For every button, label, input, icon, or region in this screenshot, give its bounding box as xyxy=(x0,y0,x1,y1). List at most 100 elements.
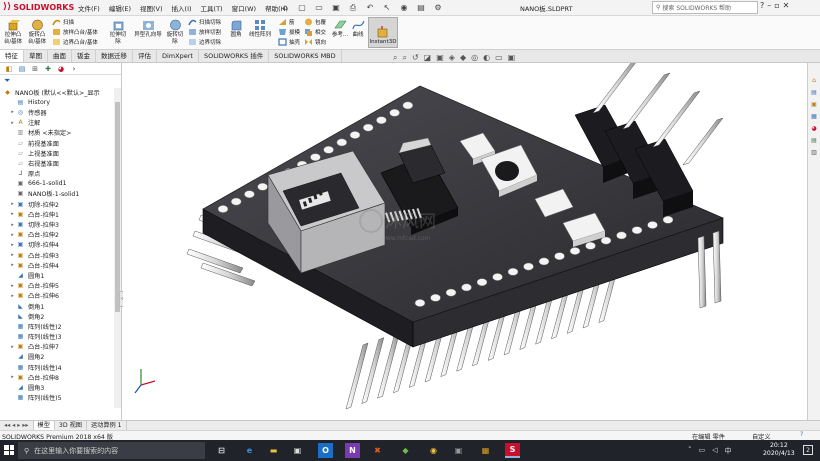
wrap-button[interactable]: 包覆 xyxy=(304,18,326,26)
tree-item[interactable]: ◢ 圆角2 xyxy=(3,352,121,362)
file-explorer-icon[interactable]: ▣ xyxy=(810,100,819,109)
tree-item[interactable]: ▱ 前视基准面 xyxy=(3,138,121,148)
graphics-area[interactable]: 沐风网 www.mfcad.com xyxy=(123,63,807,420)
tree-item[interactable]: ▱ 上视基准面 xyxy=(3,148,121,158)
tab-dimxpert[interactable]: DimXpert xyxy=(157,50,199,62)
sweep-button[interactable]: 扫描 xyxy=(52,18,74,26)
hole-wizard-button[interactable]: 异型孔向导 xyxy=(130,18,166,39)
tree-item[interactable]: ◢ 圆角1 xyxy=(3,270,121,280)
expand-arrow-icon[interactable]: ▸ xyxy=(9,283,16,289)
panel-more-icon[interactable]: › xyxy=(69,64,79,74)
design-library-icon[interactable]: ▤ xyxy=(810,88,819,97)
tree-item[interactable]: ▤ History xyxy=(3,97,121,107)
expand-arrow-icon[interactable]: ▸ xyxy=(9,252,16,258)
tab-3d-views[interactable]: 3D 视图 xyxy=(55,420,87,431)
zoom-to-fit-icon[interactable]: ⌕ xyxy=(393,53,397,63)
tree-item[interactable]: ▸ ▣ 凸台-拉伸6 xyxy=(3,291,121,301)
tree-item[interactable]: ▸ ▣ 切除-拉伸4 xyxy=(3,240,121,250)
revolve-boss-button[interactable]: 旋转凸 台/基体 xyxy=(26,18,48,45)
tree-item[interactable]: ▸ ▣ 凸台-拉伸4 xyxy=(3,260,121,270)
lofted-cut-button[interactable]: 放样切割 xyxy=(188,28,221,36)
menu-insert[interactable]: 插入(I) xyxy=(172,3,192,13)
feature-tree-tab-icon[interactable]: ◧ xyxy=(4,64,14,74)
help-question-icon[interactable]: ? xyxy=(760,1,764,10)
view-settings-icon[interactable]: ▣ xyxy=(508,53,516,63)
tab-surfaces[interactable]: 曲面 xyxy=(48,50,72,62)
tree-item[interactable]: ▸ ▣ 凸台-拉伸2 xyxy=(3,230,121,240)
linear-pattern-button[interactable]: 线性阵列 xyxy=(246,18,274,39)
tray-volume-icon[interactable]: ◁ xyxy=(712,446,717,456)
expand-arrow-icon[interactable]: ▸ xyxy=(9,232,16,238)
taskbar-clock[interactable]: 20:12 2020/4/13 xyxy=(763,442,795,458)
edge-browser-icon[interactable]: e xyxy=(242,443,257,458)
property-manager-tab-icon[interactable]: ▤ xyxy=(17,64,27,74)
app-icon-yellow[interactable]: ▦ xyxy=(478,443,493,458)
tab-sheet-metal[interactable]: 钣金 xyxy=(72,50,96,62)
expand-arrow-icon[interactable]: ▸ xyxy=(9,293,16,299)
save-icon[interactable]: ▣ xyxy=(329,1,343,14)
tab-features[interactable]: 特征 xyxy=(0,50,24,62)
rib-button[interactable]: 筋 xyxy=(278,18,295,26)
hide-show-items-icon[interactable]: ◎ xyxy=(471,53,478,63)
menu-edit[interactable]: 编辑(E) xyxy=(109,3,131,13)
tree-item[interactable]: ▱ 右视基准面 xyxy=(3,158,121,168)
tree-item[interactable]: ▦ 阵列(线性)5 xyxy=(3,393,121,403)
expand-arrow-icon[interactable]: ▸ xyxy=(9,201,16,207)
tree-root-part[interactable]: ◆ NANO板 (默认<<默认>_显示 xyxy=(3,87,121,97)
file-properties-icon[interactable]: ▤ xyxy=(414,1,428,14)
notification-center-icon[interactable]: 2 xyxy=(803,445,813,455)
tree-item[interactable]: ▣ NANO板-1-solid1 xyxy=(3,189,121,199)
expand-arrow-icon[interactable]: ▸ xyxy=(9,344,16,350)
boundary-cut-button[interactable]: 边界切除 xyxy=(188,38,221,46)
appearances-icon[interactable]: ◕ xyxy=(810,124,819,133)
status-help-icon[interactable]: ? xyxy=(800,431,803,438)
onenote-icon[interactable]: N xyxy=(345,443,360,458)
solidworks-logo[interactable]: ⟩⟩ SOLIDWORKS xyxy=(3,2,74,12)
apply-scene-icon[interactable]: ▭ xyxy=(495,53,503,63)
tree-item[interactable]: ▸ ▣ 切除-拉伸2 xyxy=(3,199,121,209)
configuration-tab-icon[interactable]: ⊞ xyxy=(30,64,40,74)
instant3d-button[interactable]: Instant3D xyxy=(368,17,398,48)
tree-item[interactable]: ▦ 阵列(线性)3 xyxy=(3,332,121,342)
draft-button[interactable]: 拔模 xyxy=(278,28,300,36)
tree-item[interactable]: ▣ 666-1-solid1 xyxy=(3,179,121,189)
app-icon-gray[interactable]: ▣ xyxy=(451,443,466,458)
fillet-button[interactable]: 圆角 xyxy=(226,18,246,39)
extrude-boss-button[interactable]: 拉伸凸 台/基体 xyxy=(2,18,24,45)
app-icon-red[interactable]: ✖ xyxy=(370,443,385,458)
reference-geometry-button[interactable]: 参考... xyxy=(330,18,350,39)
filter-icon[interactable]: ⏷ xyxy=(0,75,121,87)
tree-item[interactable]: ◣ 倒角1 xyxy=(3,301,121,311)
tray-network-icon[interactable]: ▭ xyxy=(699,446,706,456)
edit-appearance-icon[interactable]: ◐ xyxy=(483,53,490,63)
loft-boss-button[interactable]: 放样凸台/基体 xyxy=(52,28,98,36)
tab-nav-arrows-icon[interactable]: ◂◂ ◂ ▸ ▸▸ xyxy=(0,420,34,431)
solidworks-forum-icon[interactable]: ▥ xyxy=(810,148,819,157)
tree-item[interactable]: ▸ ◎ 传感器 xyxy=(3,107,121,117)
solidworks-taskbar-icon[interactable]: S xyxy=(505,443,520,458)
menu-view[interactable]: 视图(V) xyxy=(140,3,163,13)
dynamic-annotation-icon[interactable]: ▣ xyxy=(436,53,444,63)
tab-evaluate[interactable]: 评估 xyxy=(133,50,157,62)
solidworks-resources-icon[interactable]: ⌂ xyxy=(810,76,819,85)
boundary-boss-button[interactable]: 边界凸台/基体 xyxy=(52,38,98,46)
menu-tools[interactable]: 工具(T) xyxy=(201,3,223,13)
tree-item[interactable]: ▦ 阵列(线性)4 xyxy=(3,362,121,372)
tab-mbd[interactable]: SOLIDWORKS MBD xyxy=(269,50,342,62)
close-icon[interactable]: ✕ xyxy=(783,1,790,10)
tab-sketch[interactable]: 草图 xyxy=(24,50,48,62)
expand-arrow-icon[interactable]: ▸ xyxy=(9,120,16,126)
expand-arrow-icon[interactable]: ▸ xyxy=(9,222,16,228)
dimxpert-tab-icon[interactable]: ✚ xyxy=(43,64,53,74)
tree-item[interactable]: ▦ 阵列(线性)2 xyxy=(3,321,121,331)
store-icon[interactable]: ▣ xyxy=(290,443,305,458)
tree-item[interactable]: ◢ 圆角3 xyxy=(3,382,121,392)
model-canvas[interactable]: 沐风网 www.mfcad.com xyxy=(123,63,807,420)
new-document-icon[interactable]: ▢ xyxy=(295,1,309,14)
file-explorer-taskbar-icon[interactable]: ▬ xyxy=(266,443,281,458)
expand-arrow-icon[interactable]: ▸ xyxy=(9,374,16,380)
menu-file[interactable]: 文件(F) xyxy=(78,3,100,13)
tree-item[interactable]: ▸ ▣ 凸台-拉伸8 xyxy=(3,372,121,382)
mirror-button[interactable]: 镜向 xyxy=(304,38,326,46)
expand-arrow-icon[interactable]: ▸ xyxy=(9,242,16,248)
